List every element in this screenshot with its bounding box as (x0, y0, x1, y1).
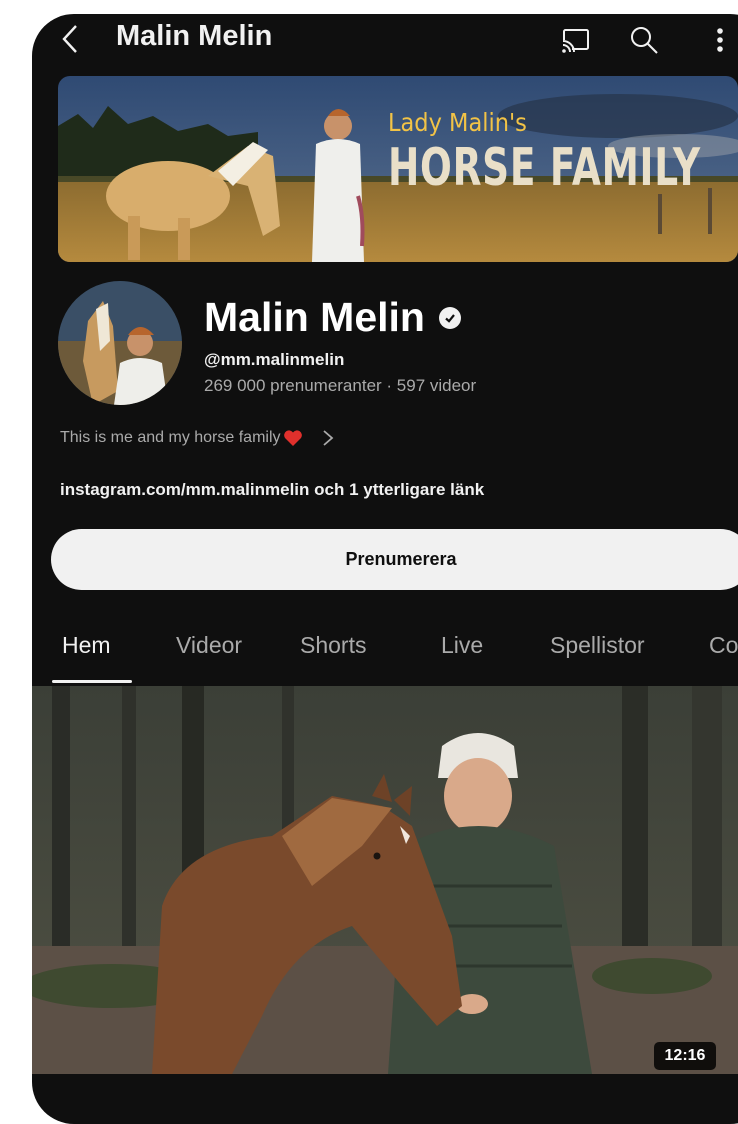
featured-video-thumbnail[interactable] (32, 686, 738, 1074)
channel-banner: Lady Malin's HORSE FAMILY (58, 76, 738, 262)
heart-icon (283, 430, 302, 446)
more-vert-icon[interactable] (704, 24, 736, 56)
channel-links[interactable]: instagram.com/mm.malinmelin och 1 ytterl… (60, 480, 484, 500)
video-duration-badge: 12:16 (654, 1042, 716, 1070)
top-app-bar: Malin Melin (32, 14, 738, 70)
subscribe-button[interactable]: Prenumerera (51, 529, 738, 590)
tab-shorts[interactable]: Shorts (300, 632, 366, 659)
channel-handle: @mm.malinmelin (204, 350, 345, 369)
channel-name: Malin Melin (204, 294, 461, 341)
channel-avatar[interactable] (58, 281, 182, 405)
search-icon[interactable] (628, 24, 660, 56)
banner-title: HORSE FAMILY (388, 138, 701, 198)
tab-spellistor[interactable]: Spellistor (550, 632, 645, 659)
channel-stats: 269 000 prenumeranter · 597 videor (204, 376, 477, 395)
verified-check-icon (438, 306, 461, 329)
channel-description[interactable]: This is me and my horse family (60, 429, 335, 447)
channel-name-text: Malin Melin (204, 294, 425, 340)
channel-tabs: Hem Videor Shorts Live Spellistor Co (32, 626, 738, 687)
tab-community[interactable]: Co (709, 632, 738, 659)
active-tab-indicator (52, 680, 132, 683)
cast-icon[interactable] (560, 24, 592, 56)
tab-live[interactable]: Live (441, 632, 483, 659)
banner-subtitle: Lady Malin's (388, 108, 527, 137)
chevron-right-icon[interactable] (321, 429, 335, 447)
description-text: This is me and my horse family (60, 429, 281, 446)
tab-hem[interactable]: Hem (62, 632, 111, 659)
channel-title: Malin Melin (116, 20, 273, 52)
tab-videor[interactable]: Videor (176, 632, 242, 659)
back-chevron-icon[interactable] (54, 22, 88, 56)
phone-screen: Malin Melin Lady Malin's HORSE FAMILY Ma… (32, 14, 738, 1124)
